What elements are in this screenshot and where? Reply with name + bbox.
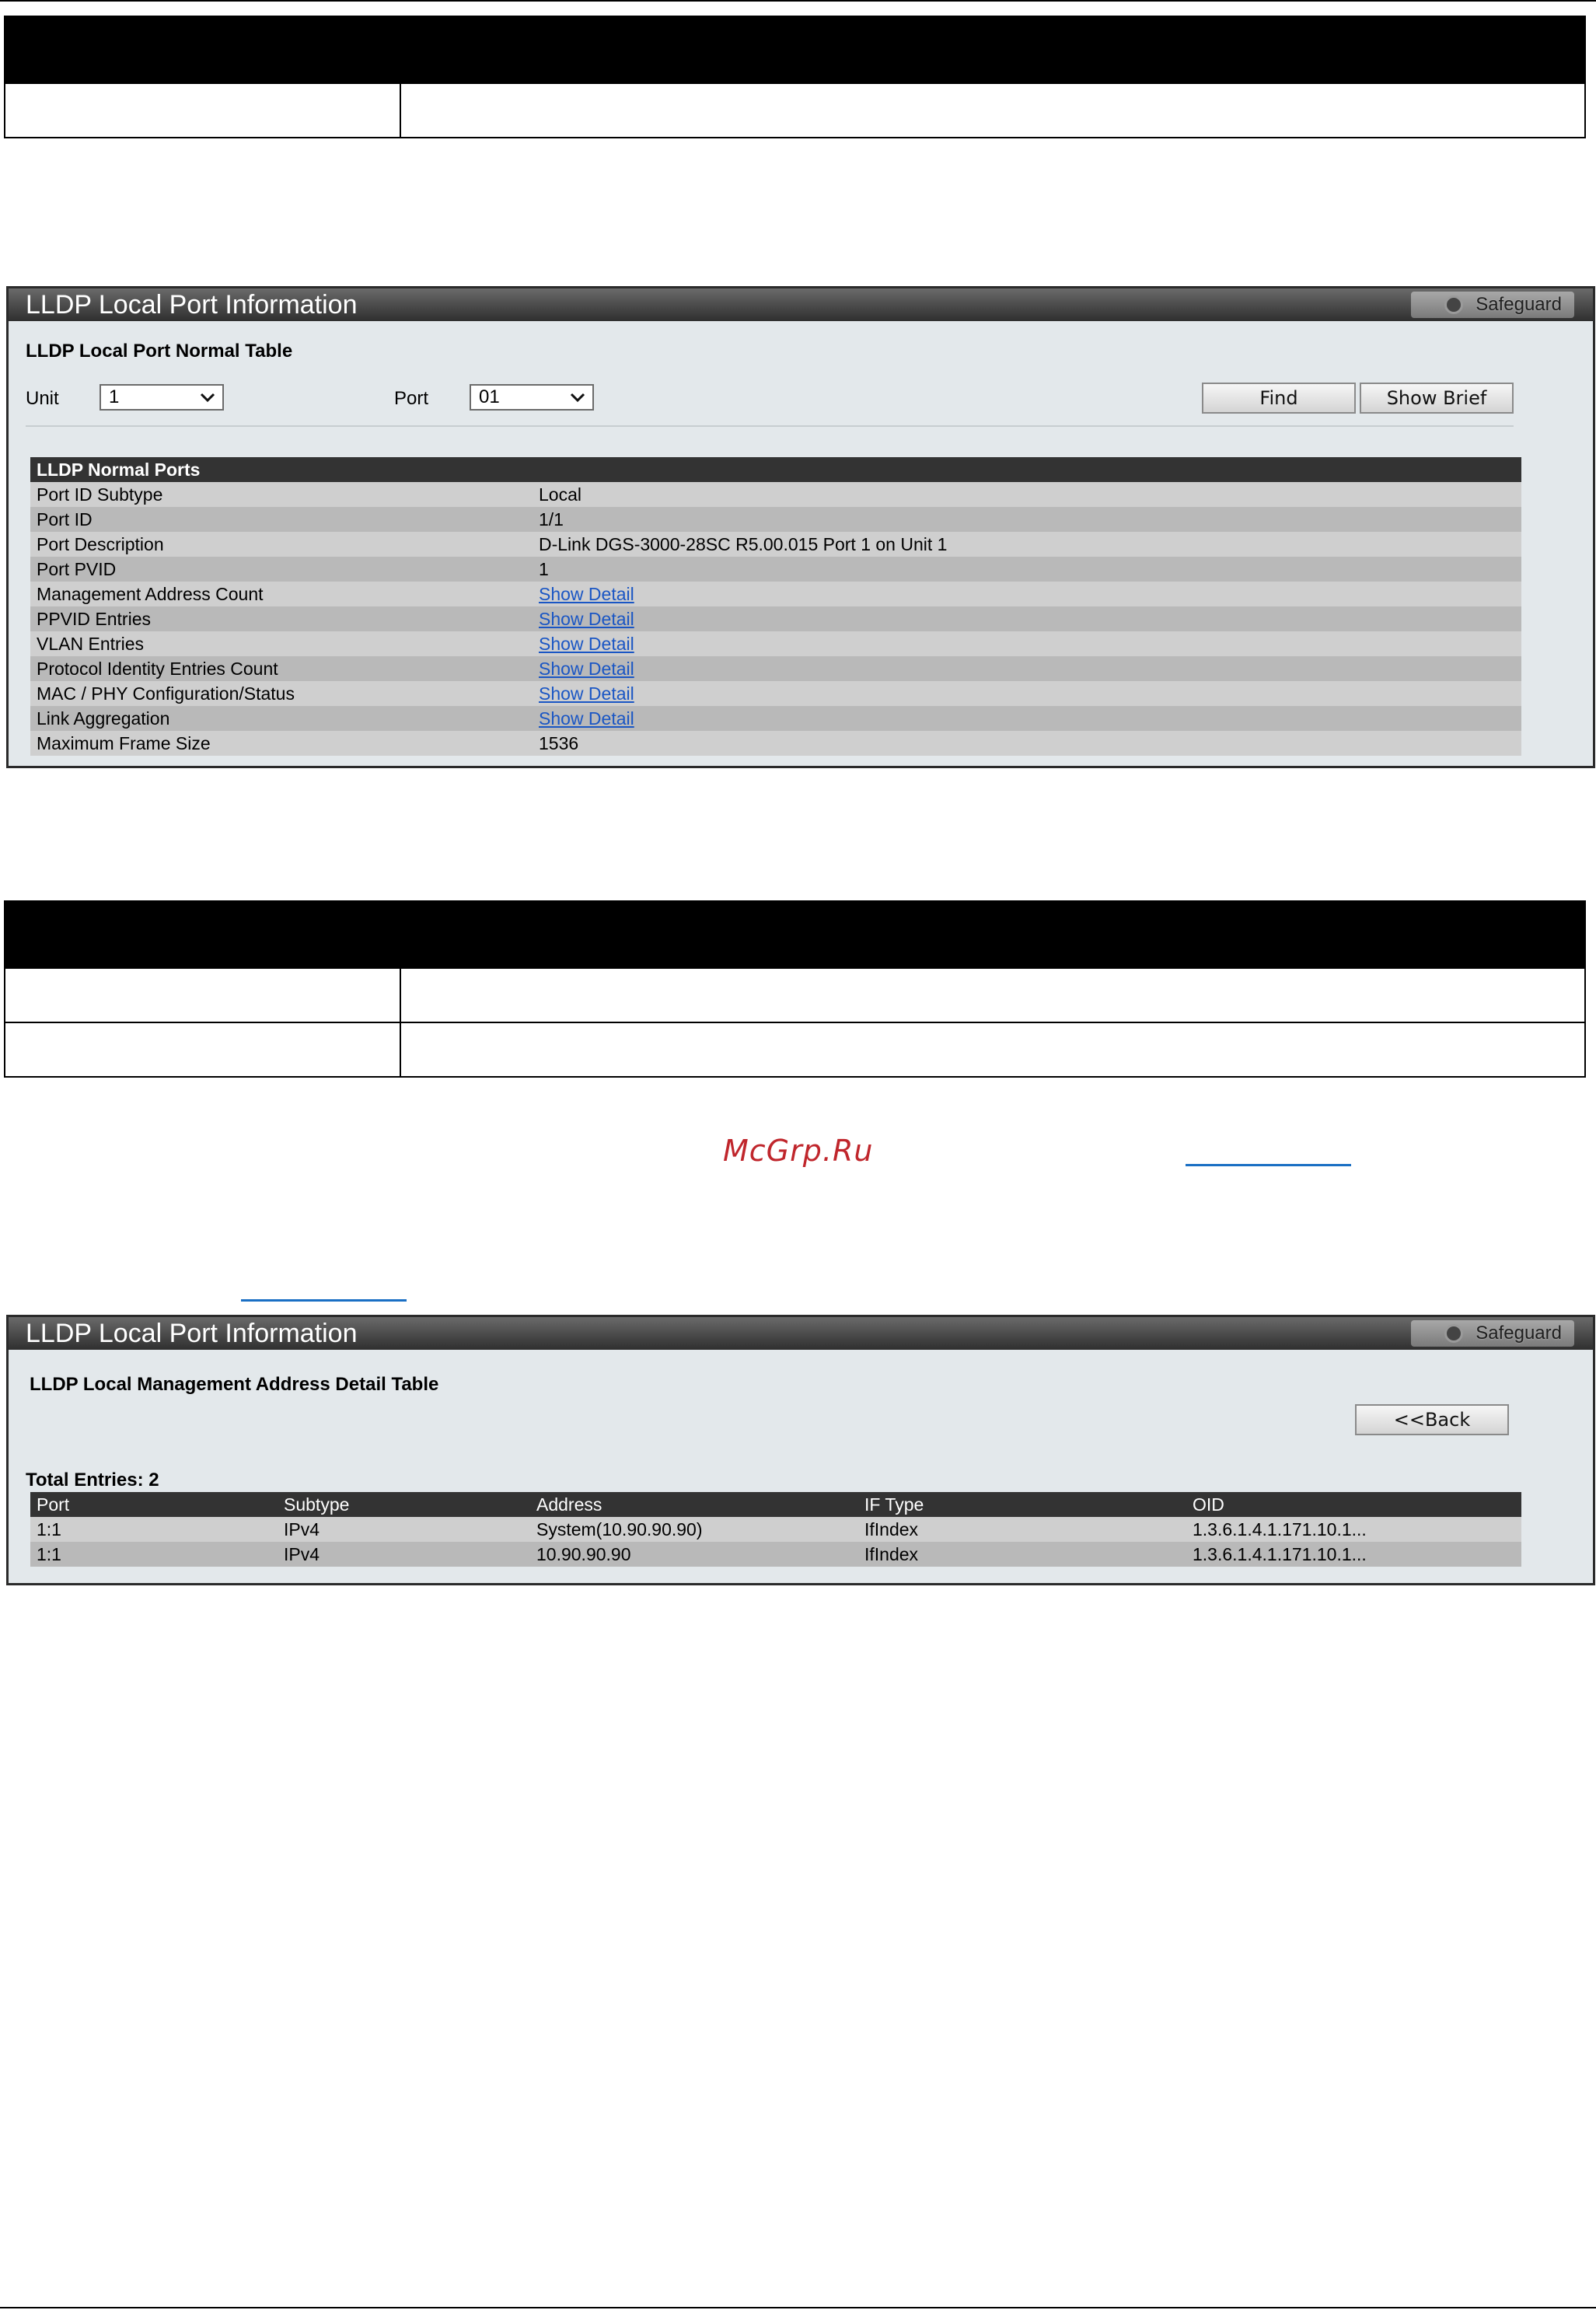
table-subtitle: LLDP Local Port Normal Table — [26, 341, 293, 362]
table-row: MAC / PHY Configuration/Status Show Deta… — [30, 681, 1521, 706]
mgmt-address-table: Port Subtype Address IF Type OID 1:1 IPv… — [30, 1492, 1521, 1567]
row-name: Management Address Count — [37, 584, 264, 604]
cell-subtype: IPv4 — [284, 1519, 320, 1539]
chevron-down-icon — [200, 393, 215, 403]
show-detail-link[interactable]: Show Detail — [539, 582, 634, 606]
column-divider — [400, 84, 401, 137]
row-value: 1 — [539, 559, 549, 579]
panel-title: LLDP Local Port Information — [26, 290, 358, 320]
table-row: PPVID Entries Show Detail — [30, 606, 1521, 631]
column-header: Port — [37, 1494, 70, 1515]
doc-table-header — [5, 902, 1584, 967]
column-header: Address — [536, 1494, 602, 1515]
row-name: Port Description — [37, 534, 164, 554]
separator — [26, 425, 1514, 427]
row-value: 1536 — [539, 733, 579, 753]
row-name: VLAN Entries — [37, 634, 145, 654]
cell-oid: 1.3.6.1.4.1.171.10.1... — [1193, 1519, 1367, 1539]
row-name: Port ID — [37, 509, 93, 529]
table-header-label: LLDP Normal Ports — [37, 460, 201, 480]
row-name: MAC / PHY Configuration/Status — [37, 683, 295, 704]
column-divider — [400, 969, 401, 1022]
lldp-normal-ports-table: LLDP Normal Ports Port ID Subtype Local … — [30, 457, 1521, 756]
panel-title: LLDP Local Port Information — [26, 1319, 358, 1348]
table-subtitle: LLDP Local Management Address Detail Tab… — [30, 1374, 439, 1395]
total-entries: Total Entries: 2 — [26, 1470, 159, 1490]
table-row: Port ID 1/1 — [30, 507, 1521, 532]
cell-if-type: IfIndex — [864, 1544, 919, 1564]
doc-table-2 — [4, 900, 1586, 1078]
hyperlink-underline[interactable] — [241, 1299, 407, 1302]
cell-address: 10.90.90.90 — [536, 1544, 631, 1564]
doc-table-1 — [4, 16, 1586, 138]
watermark: McGrp.Ru — [723, 1134, 874, 1168]
cell-port: 1:1 — [37, 1519, 61, 1539]
unit-label: Unit — [26, 388, 59, 409]
panel-titlebar: LLDP Local Port Information Safeguard — [9, 288, 1593, 321]
find-button[interactable]: Find — [1202, 383, 1356, 414]
hyperlink-underline[interactable] — [1186, 1164, 1351, 1166]
table-row: Port Description D-Link DGS-3000-28SC R5… — [30, 532, 1521, 557]
safeguard-icon — [1444, 1324, 1464, 1343]
bottom-rule — [0, 2307, 1596, 2308]
table-row: VLAN Entries Show Detail — [30, 631, 1521, 656]
show-detail-link[interactable]: Show Detail — [539, 631, 634, 656]
doc-table-row — [5, 82, 1584, 137]
cell-address: System(10.90.90.90) — [536, 1519, 703, 1539]
safeguard-label: Safeguard — [1476, 294, 1562, 315]
table-row: Maximum Frame Size 1536 — [30, 731, 1521, 756]
column-header: IF Type — [864, 1494, 924, 1515]
row-name: Port ID Subtype — [37, 484, 163, 505]
row-name: Link Aggregation — [37, 708, 170, 729]
column-header: OID — [1193, 1494, 1224, 1515]
table-row: Management Address Count Show Detail — [30, 582, 1521, 606]
row-name: Maximum Frame Size — [37, 733, 211, 753]
doc-table-row — [5, 1022, 1584, 1076]
table-row: 1:1 IPv4 10.90.90.90 IfIndex 1.3.6.1.4.1… — [30, 1542, 1521, 1567]
panel-titlebar: LLDP Local Port Information Safeguard — [9, 1317, 1593, 1350]
show-detail-link[interactable]: Show Detail — [539, 706, 634, 731]
show-detail-link[interactable]: Show Detail — [539, 656, 634, 681]
lldp-port-info-panel: LLDP Local Port Information Safeguard LL… — [6, 286, 1595, 768]
doc-table-row — [5, 967, 1584, 1022]
table-row: Port ID Subtype Local — [30, 482, 1521, 507]
unit-select-value: 1 — [109, 386, 120, 407]
cell-oid: 1.3.6.1.4.1.171.10.1... — [1193, 1544, 1367, 1564]
port-select[interactable]: 01 — [470, 384, 594, 411]
safeguard-label: Safeguard — [1476, 1323, 1562, 1344]
show-detail-link[interactable]: Show Detail — [539, 681, 634, 706]
top-rule — [0, 0, 1596, 2]
safeguard-icon — [1444, 295, 1464, 314]
table-header-row: Port Subtype Address IF Type OID — [30, 1492, 1521, 1517]
port-select-value: 01 — [479, 386, 500, 407]
lldp-mgmt-address-panel: LLDP Local Port Information Safeguard LL… — [6, 1315, 1595, 1585]
table-row: Port PVID 1 — [30, 557, 1521, 582]
back-button[interactable]: <<Back — [1355, 1404, 1509, 1435]
show-brief-button[interactable]: Show Brief — [1360, 383, 1514, 414]
table-row: Link Aggregation Show Detail — [30, 706, 1521, 731]
doc-table-header — [5, 17, 1584, 82]
safeguard-indicator: Safeguard — [1444, 295, 1562, 315]
chevron-down-icon — [570, 393, 585, 403]
unit-select[interactable]: 1 — [100, 384, 224, 411]
cell-subtype: IPv4 — [284, 1544, 320, 1564]
row-value: 1/1 — [539, 509, 564, 529]
safeguard-indicator: Safeguard — [1444, 1323, 1562, 1344]
row-name: PPVID Entries — [37, 609, 151, 629]
row-name: Port PVID — [37, 559, 117, 579]
column-header: Subtype — [284, 1494, 350, 1515]
row-value: Local — [539, 484, 581, 505]
show-detail-link[interactable]: Show Detail — [539, 606, 634, 631]
row-value: D-Link DGS-3000-28SC R5.00.015 Port 1 on… — [539, 534, 948, 554]
table-header-row: LLDP Normal Ports — [30, 457, 1521, 482]
table-row: 1:1 IPv4 System(10.90.90.90) IfIndex 1.3… — [30, 1517, 1521, 1542]
cell-port: 1:1 — [37, 1544, 61, 1564]
column-divider — [400, 1023, 401, 1076]
cell-if-type: IfIndex — [864, 1519, 919, 1539]
row-name: Protocol Identity Entries Count — [37, 659, 278, 679]
table-row: Protocol Identity Entries Count Show Det… — [30, 656, 1521, 681]
port-label: Port — [394, 388, 429, 409]
